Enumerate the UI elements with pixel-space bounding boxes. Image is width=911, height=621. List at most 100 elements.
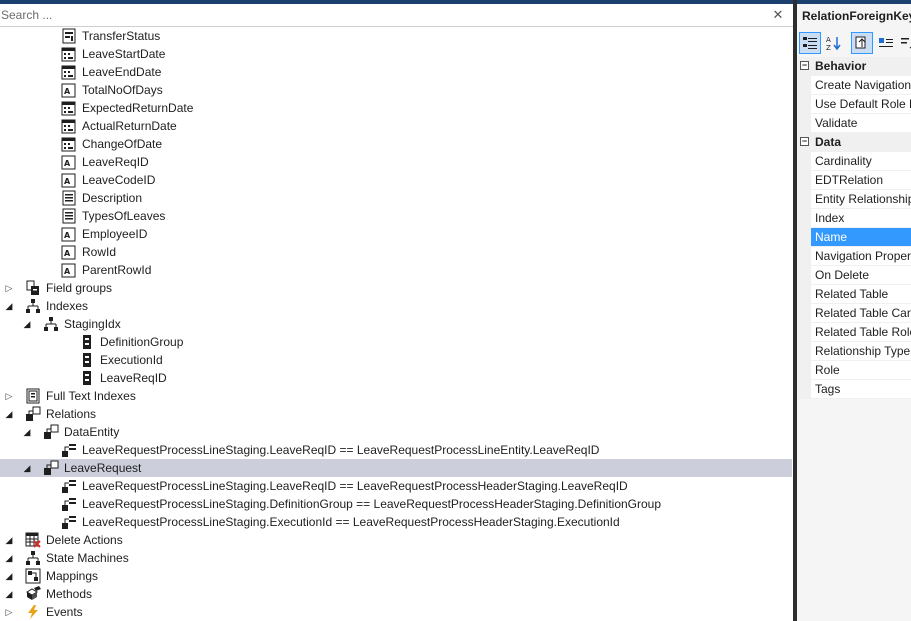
svg-text:A: A <box>64 249 71 258</box>
tree-field[interactable]: A LeaveCodeID <box>0 171 792 189</box>
property-row[interactable]: EDTRelation <box>811 171 911 190</box>
tree-relation-constraint[interactable]: LeaveRequestProcessLineStaging.Execution… <box>0 513 792 531</box>
tree-node-label: LeaveEndDate <box>82 65 162 79</box>
tree-node-label: RowId <box>82 245 117 259</box>
property-row[interactable]: Related Table <box>811 285 911 304</box>
tree-node-field-groups[interactable]: ▷ Field groups <box>0 279 792 297</box>
property-name: Use Default Role N <box>815 97 911 111</box>
property-name: Validate <box>815 116 858 130</box>
tree-field[interactable]: A ParentRowId <box>0 261 792 279</box>
expand-arrow-icon[interactable]: ▷ <box>3 605 15 619</box>
property-name: Cardinality <box>815 154 872 168</box>
collapse-arrow-icon[interactable]: ◢ <box>3 551 15 565</box>
property-row[interactable]: Index <box>811 209 911 228</box>
indexes-icon <box>25 298 41 314</box>
tree-relation-constraint[interactable]: LeaveRequestProcessLineStaging.LeaveReqI… <box>0 477 792 495</box>
properties-tab-strip <box>797 0 911 4</box>
tree-relation-constraint[interactable]: LeaveRequestProcessLineStaging.LeaveReqI… <box>0 441 792 459</box>
tree-node-methods[interactable]: ◢ Methods <box>0 585 792 603</box>
tree-field[interactable]: ChangeOfDate <box>0 135 792 153</box>
collapse-arrow-icon[interactable]: ◢ <box>3 407 15 421</box>
svg-text:A: A <box>826 36 831 44</box>
property-gutter <box>797 152 811 399</box>
property-row[interactable]: Tags <box>811 380 911 399</box>
property-row[interactable]: Name <box>811 228 911 247</box>
tree-index-field[interactable]: ExecutionId <box>0 351 792 369</box>
delete-actions-icon <box>25 532 41 548</box>
tree-field[interactable]: A TotalNoOfDays <box>0 81 792 99</box>
property-name: Entity Relationship <box>815 192 911 206</box>
tree-node-label: LeaveReqID <box>82 155 149 169</box>
state-machine-icon <box>25 550 41 566</box>
property-row[interactable]: On Delete <box>811 266 911 285</box>
property-row[interactable]: Related Table Role <box>811 323 911 342</box>
categorized-button[interactable] <box>799 32 821 54</box>
tree-field[interactable]: A LeaveReqID <box>0 153 792 171</box>
events-view-button[interactable] <box>875 32 897 54</box>
tree-node-mappings[interactable]: ◢ Mappings <box>0 567 792 585</box>
index-field-icon <box>79 334 95 350</box>
mappings-icon <box>25 568 41 584</box>
sort-alpha-icon: A Z <box>826 36 841 51</box>
tree-node-label: TotalNoOfDays <box>82 83 163 97</box>
constraint-icon <box>61 496 77 512</box>
collapse-arrow-icon[interactable]: ◢ <box>21 425 33 439</box>
tree-node-relations[interactable]: ◢ Relations <box>0 405 792 423</box>
property-row[interactable]: Create Navigation <box>811 76 911 95</box>
tree-node-label: State Machines <box>46 551 129 565</box>
tree-node-staging-idx[interactable]: ◢ StagingIdx <box>0 315 792 333</box>
property-category[interactable]: − Behavior <box>797 57 911 76</box>
property-row[interactable]: Relationship Type <box>811 342 911 361</box>
tree-index-field[interactable]: LeaveReqID <box>0 369 792 387</box>
tree-field[interactable]: ActualReturnDate <box>0 117 792 135</box>
tree-field[interactable]: ExpectedReturnDate <box>0 99 792 117</box>
tree-node-relation-leave-request[interactable]: ◢ LeaveRequest <box>0 459 792 477</box>
tree-node-label: LeaveRequestProcessLineStaging.Execution… <box>82 515 620 529</box>
property-row[interactable]: Related Table Card <box>811 304 911 323</box>
expand-arrow-icon[interactable]: ▷ <box>3 389 15 403</box>
tree-field[interactable]: TypesOfLeaves <box>0 207 792 225</box>
collapse-arrow-icon[interactable]: ◢ <box>3 569 15 583</box>
tree-field[interactable]: A EmployeeID <box>0 225 792 243</box>
collapse-arrow-icon[interactable]: ◢ <box>21 461 33 475</box>
tree-node-label: Events <box>46 605 83 619</box>
tree-field[interactable]: LeaveStartDate <box>0 45 792 63</box>
collapse-box-icon[interactable]: − <box>800 137 809 146</box>
tree-node-label: TransferStatus <box>82 29 161 43</box>
search-input[interactable] <box>0 4 760 26</box>
property-row[interactable]: Cardinality <box>811 152 911 171</box>
tree-node-delete-actions[interactable]: ◢ Delete Actions <box>0 531 792 549</box>
alphabetical-button[interactable]: A Z <box>823 32 845 54</box>
property-row[interactable]: Use Default Role N <box>811 95 911 114</box>
collapse-arrow-icon[interactable]: ◢ <box>3 533 15 547</box>
tree-node-relation-data-entity[interactable]: ◢ DataEntity <box>0 423 792 441</box>
expand-all-button[interactable] <box>897 32 911 54</box>
tree-index-field[interactable]: DefinitionGroup <box>0 333 792 351</box>
tree-node-label: LeaveRequestProcessLineStaging.LeaveReqI… <box>82 443 600 457</box>
tree-field[interactable]: A RowId <box>0 243 792 261</box>
property-pages-icon <box>855 36 866 49</box>
tree-node-state-machines[interactable]: ◢ State Machines <box>0 549 792 567</box>
property-category[interactable]: − Data <box>797 133 911 152</box>
tree-field[interactable]: Description <box>0 189 792 207</box>
tree-node-indexes[interactable]: ◢ Indexes <box>0 297 792 315</box>
collapse-box-icon[interactable]: − <box>800 61 809 70</box>
tree-field[interactable]: TransferStatus <box>0 27 792 45</box>
property-row[interactable]: Validate <box>811 114 911 133</box>
tree-relation-constraint[interactable]: LeaveRequestProcessLineStaging.Definitio… <box>0 495 792 513</box>
tree-field[interactable]: LeaveEndDate <box>0 63 792 81</box>
property-row[interactable]: Entity Relationship <box>811 190 911 209</box>
tree-node-events[interactable]: ▷ Events <box>0 603 792 621</box>
collapse-arrow-icon[interactable]: ◢ <box>21 317 33 331</box>
index-icon <box>43 316 59 332</box>
collapse-arrow-icon[interactable]: ◢ <box>3 587 15 601</box>
property-row[interactable]: Role <box>811 361 911 380</box>
property-pages-button[interactable] <box>851 32 873 54</box>
close-icon[interactable]: ✕ <box>770 7 786 23</box>
tree-node-full-text-indexes[interactable]: ▷ Full Text Indexes <box>0 387 792 405</box>
properties-toolbar: A Z <box>797 30 911 56</box>
collapse-arrow-icon[interactable]: ◢ <box>3 299 15 313</box>
svg-text:A: A <box>64 267 71 276</box>
property-row[interactable]: Navigation Proper <box>811 247 911 266</box>
expand-arrow-icon[interactable]: ▷ <box>3 281 15 295</box>
